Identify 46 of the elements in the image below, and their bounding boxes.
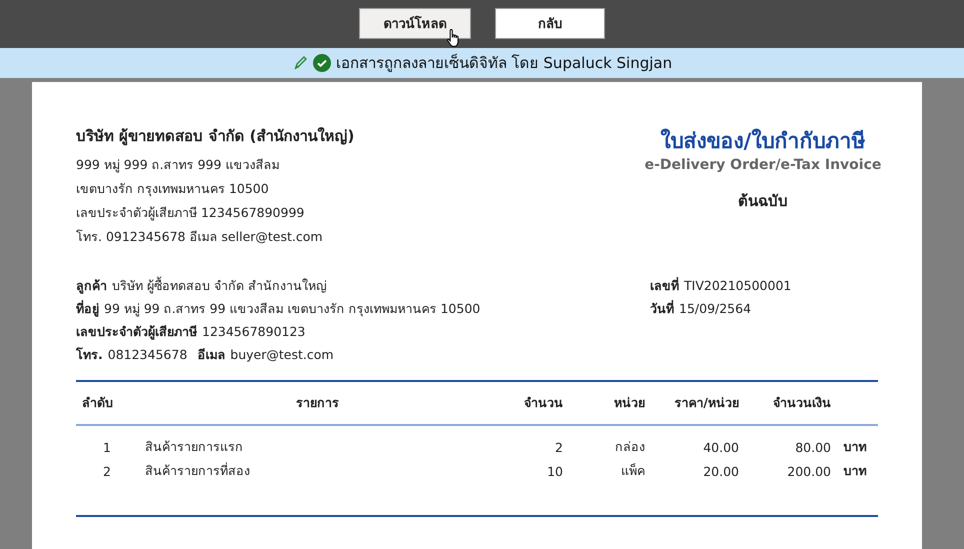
signature-notice: เอกสารถูกลงลายเซ็นดิจิทัล โดย Supaluck Singjan [336, 52, 672, 74]
field-value: 0812345678 [108, 347, 188, 362]
seller-detail: เขตบางรัก กรุงเทพมหานคร 10500 [76, 180, 270, 198]
table-cell: 20.00 [703, 464, 739, 478]
currency-label: บาท [844, 439, 866, 454]
seller-detail: เลขประจำตัวผู้เสียภาษี 1234567890999 [76, 204, 306, 222]
copy-label: ต้นฉบับ [737, 191, 789, 212]
field-value: 1234567890123 [202, 324, 306, 339]
field-value: 99 หมู่ 99 ถ.สาทร 99 แขวงสีลม เขตบางรัก กรุงเทพมหานคร 10500 [104, 301, 480, 316]
field-value: TIV20210500001 [684, 278, 792, 293]
table-cell: สินค้ารายการแรก [145, 439, 243, 454]
table-cell: แพ็ค [621, 463, 645, 478]
table-cell: กล่อง [615, 439, 645, 454]
column-header: ราคา/หน่วย [674, 395, 739, 410]
field-value: 15/09/2564 [679, 301, 752, 316]
seller-name: บริษัท ผู้ขายทดสอบ จำกัด (สำนักงานใหญ่) [76, 126, 354, 148]
table-cell: สินค้ารายการที่สอง [145, 463, 250, 478]
field-value: buyer@test.com [230, 347, 334, 362]
column-header: จำนวน [524, 395, 563, 410]
table-cell: 2 [103, 464, 111, 478]
table-cell: 2 [555, 440, 563, 454]
table-cell: 40.00 [703, 440, 739, 454]
field-label: อีเมล [197, 347, 226, 362]
column-header: จำนวนเงิน [773, 395, 831, 410]
document-title: ใบส่งของ/ใบกำกับภาษี [660, 128, 866, 155]
signature-pen-icon [292, 55, 308, 71]
table-cell: 10 [547, 464, 563, 478]
table-cell: 1 [103, 440, 111, 454]
column-header: ลำดับ [82, 395, 113, 410]
table-cell: 80.00 [795, 440, 831, 454]
seller-detail: โทร. 0912345678 อีเมล seller@test.com [76, 228, 324, 246]
table-cell: 200.00 [787, 464, 831, 478]
currency-label: บาท [844, 463, 866, 478]
field-label: เลขประจำตัวผู้เสียภาษี [76, 324, 197, 339]
column-header: รายการ [296, 395, 339, 410]
column-header: หน่วย [614, 395, 645, 410]
back-button[interactable]: กลับ [495, 8, 605, 38]
download-button[interactable]: ดาวน์โหลด [359, 8, 471, 38]
document-subtitle: e-Delivery Order/e-Tax Invoice [644, 157, 882, 173]
field-label: เลขที่ [650, 278, 679, 293]
field-value: บริษัท ผู้ซื้อทดสอบ จำกัด สำนักงานใหญ่ [112, 278, 327, 293]
seller-detail: 999 หมู่ 999 ถ.สาทร 999 แขวงสีลม [76, 156, 280, 174]
field-label: วันที่ [650, 301, 674, 316]
field-label: ลูกค้า [76, 278, 107, 293]
field-label: ที่อยู่ [76, 301, 99, 316]
field-label: โทร. [76, 347, 103, 362]
